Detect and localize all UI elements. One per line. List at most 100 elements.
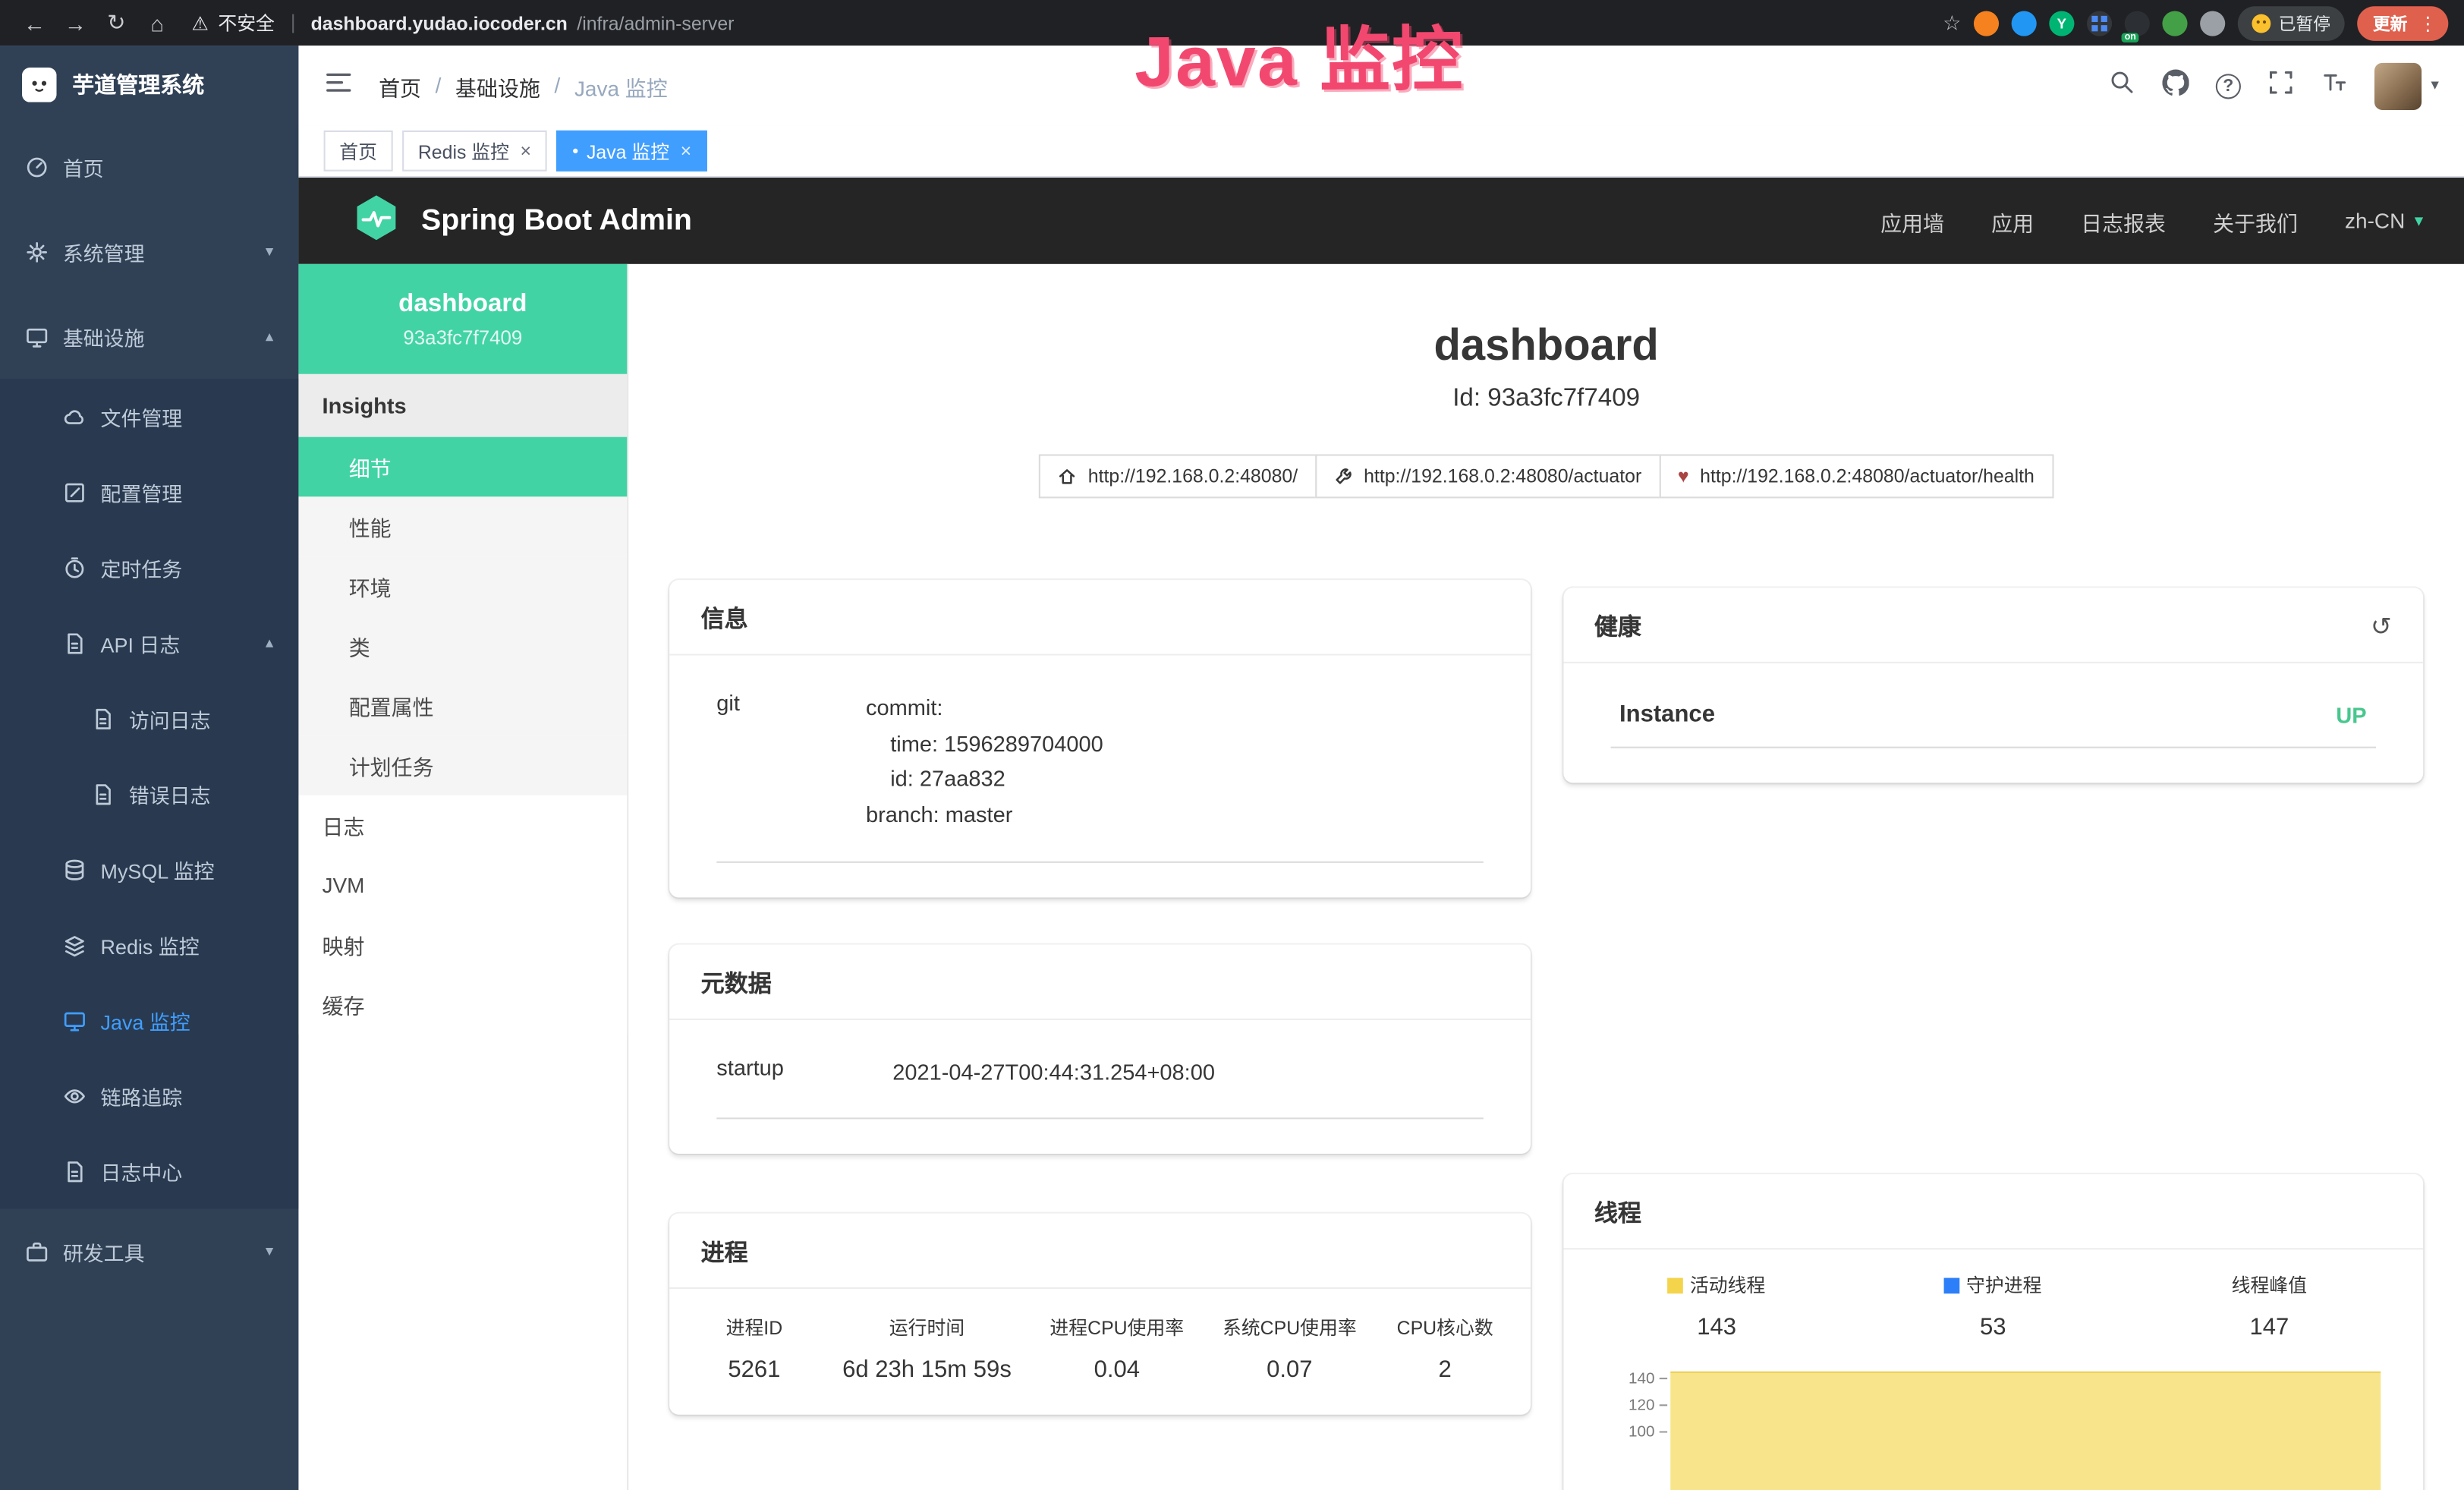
process-card-title: 进程 (669, 1214, 1530, 1289)
gear-icon (25, 240, 49, 263)
forward-icon[interactable]: → (57, 4, 95, 42)
sidebar-item-api-logs[interactable]: API 日志 ▴ (0, 605, 298, 680)
instance-links: http://192.168.0.2:48080/ http://192.168… (628, 454, 2464, 498)
breadcrumb-current: Java 监控 (574, 70, 668, 101)
close-icon[interactable]: × (681, 140, 692, 162)
bookmark-star-icon[interactable]: ☆ (1943, 10, 1961, 35)
sidebar-item-mysql-monitor[interactable]: MySQL 监控 (0, 831, 298, 906)
user-menu[interactable]: ▾ (2374, 62, 2439, 109)
sba-instance-header: dashboard 93a3fc7f7409 (298, 264, 627, 374)
gauge-icon (25, 155, 49, 178)
stat-pid: 进程ID 5261 (685, 1315, 823, 1384)
search-icon[interactable] (2109, 68, 2135, 103)
browser-home-icon[interactable]: ⌂ (138, 4, 176, 42)
sba-item-scheduled-tasks[interactable]: 计划任务 (298, 736, 627, 795)
history-icon[interactable]: ↺ (2371, 611, 2392, 642)
extension-icon[interactable] (2012, 10, 2037, 35)
chart-area-live (1669, 1372, 2380, 1490)
document-icon (91, 782, 115, 805)
sidebar-item-access-logs[interactable]: 访问日志 (0, 681, 298, 756)
y-tick-140: 140 (1628, 1369, 1654, 1387)
sba-item-logs[interactable]: 日志 (298, 795, 627, 855)
sidebar-item-file-management[interactable]: 文件管理 (0, 379, 298, 454)
hamburger-icon[interactable] (324, 67, 354, 105)
font-size-icon[interactable] (2321, 68, 2348, 103)
sba-item-jvm[interactable]: JVM (298, 855, 627, 915)
active-dot-icon: ● (572, 146, 579, 156)
sidebar-item-config-management[interactable]: 配置管理 (0, 454, 298, 529)
extension-icon[interactable]: Y (2049, 10, 2074, 35)
instance-home-link[interactable]: http://192.168.0.2:48080/ (1040, 454, 1317, 498)
extension-icon[interactable] (2162, 10, 2187, 35)
github-icon[interactable] (2162, 68, 2189, 103)
sba-nav-journal[interactable]: 日志报表 (2081, 205, 2166, 236)
sba-item-details[interactable]: 细节 (298, 437, 627, 497)
metadata-card: 元数据 startup 2021-04-27T00:44:31.254+08:0… (669, 944, 1530, 1155)
actuator-link[interactable]: http://192.168.0.2:48080/actuator (1315, 454, 1660, 498)
sidebar-item-error-logs[interactable]: 错误日志 (0, 756, 298, 831)
tab-redis-monitor[interactable]: Redis 监控 × (402, 131, 547, 172)
reload-icon[interactable]: ↻ (97, 4, 135, 42)
yellow-swatch-icon (1668, 1277, 1684, 1293)
sba-language-select[interactable]: zh-CN ▾ (2345, 209, 2423, 232)
threads-card: 线程 活动线程 143 守护进程 53 (1562, 1174, 2423, 1490)
sidebar-item-dev-tools[interactable]: 研发工具 ▾ (0, 1208, 298, 1293)
fullscreen-icon[interactable] (2267, 68, 2294, 103)
app-logo-row[interactable]: 芋道管理系统 (0, 46, 298, 124)
edit-icon (63, 480, 87, 504)
address-bar[interactable]: ⚠ 不安全 dashboard.yudao.iocoder.cn/infra/a… (192, 9, 1940, 36)
sba-nav: 应用墙 应用 日志报表 关于我们 zh-CN ▾ (1880, 205, 2423, 236)
sidebar-item-infrastructure[interactable]: 基础设施 ▴ (0, 294, 298, 379)
help-icon[interactable]: ? (2216, 73, 2241, 98)
sidebar-item-home[interactable]: 首页 (0, 124, 298, 209)
info-card-title: 信息 (669, 580, 1530, 655)
sba-nav-applications[interactable]: 应用 (1991, 205, 2034, 236)
sba-item-config-props[interactable]: 配置属性 (298, 676, 627, 736)
sidebar-item-tracing[interactable]: 链路追踪 (0, 1058, 298, 1133)
chevron-down-icon: ▾ (266, 1243, 273, 1260)
extensions-puzzle-icon[interactable] (2200, 10, 2225, 35)
document-icon (63, 1159, 87, 1183)
threads-legend: 活动线程 143 守护进程 53 线程峰值 (1562, 1249, 2423, 1340)
tab-java-monitor[interactable]: ● Java 监控 × (556, 131, 707, 172)
page-title: dashboard (628, 320, 2464, 370)
sidebar-item-scheduled-jobs[interactable]: 定时任务 (0, 530, 298, 605)
extension-icon[interactable] (1974, 10, 1999, 35)
sidebar-item-redis-monitor[interactable]: Redis 监控 (0, 907, 298, 982)
close-icon[interactable]: × (520, 140, 531, 162)
chevron-down-icon: ▾ (2415, 210, 2423, 231)
extension-icon[interactable] (2087, 10, 2112, 35)
sba-nav-wallboard[interactable]: 应用墙 (1880, 205, 1944, 236)
breadcrumb-home[interactable]: 首页 (379, 70, 421, 101)
sba-item-mappings[interactable]: 映射 (298, 915, 627, 975)
update-label: 更新 (2373, 10, 2408, 35)
sidebar-item-java-monitor[interactable]: Java 监控 (0, 982, 298, 1057)
legend-peak-threads: 线程峰值 147 (2131, 1271, 2407, 1340)
sidebar-item-log-center[interactable]: 日志中心 (0, 1133, 298, 1208)
instance-name: dashboard (398, 290, 527, 318)
chevron-down-icon: ▾ (266, 243, 273, 260)
sba-sidebar: dashboard 93a3fc7f7409 Insights 细节 性能 环境… (298, 264, 628, 1490)
health-link[interactable]: ♥ http://192.168.0.2:48080/actuator/heal… (1659, 454, 2053, 498)
sba-item-performance[interactable]: 性能 (298, 496, 627, 556)
back-icon[interactable]: ← (16, 4, 54, 42)
sba-item-classes[interactable]: 类 (298, 616, 627, 676)
stat-system-cpu: 系统CPU使用率 0.07 (1204, 1315, 1377, 1384)
legend-live-threads: 活动线程 143 (1578, 1271, 1855, 1340)
tab-home[interactable]: 首页 (324, 131, 393, 172)
sba-item-caches[interactable]: 缓存 (298, 975, 627, 1035)
health-row-instance: Instance UP (1610, 673, 2377, 748)
user-avatar (2374, 62, 2422, 109)
blue-swatch-icon (1944, 1277, 1960, 1293)
sba-nav-about[interactable]: 关于我们 (2213, 205, 2298, 236)
sidebar-item-system[interactable]: 系统管理 ▾ (0, 209, 298, 294)
chevron-down-icon: ▾ (2431, 77, 2438, 94)
extension-icon[interactable]: on (2125, 10, 2150, 35)
chrome-update-button[interactable]: 更新 ⋮ (2357, 5, 2448, 40)
header-actions: ? ▾ (2109, 62, 2439, 109)
sba-item-environment[interactable]: 环境 (298, 556, 627, 616)
breadcrumb-infrastructure[interactable]: 基础设施 (455, 70, 540, 101)
profile-paused-badge[interactable]: 已暂停 (2238, 5, 2345, 40)
browser-menu-icon[interactable]: ⋮ (2418, 12, 2442, 34)
chevron-up-icon: ▴ (266, 635, 273, 652)
